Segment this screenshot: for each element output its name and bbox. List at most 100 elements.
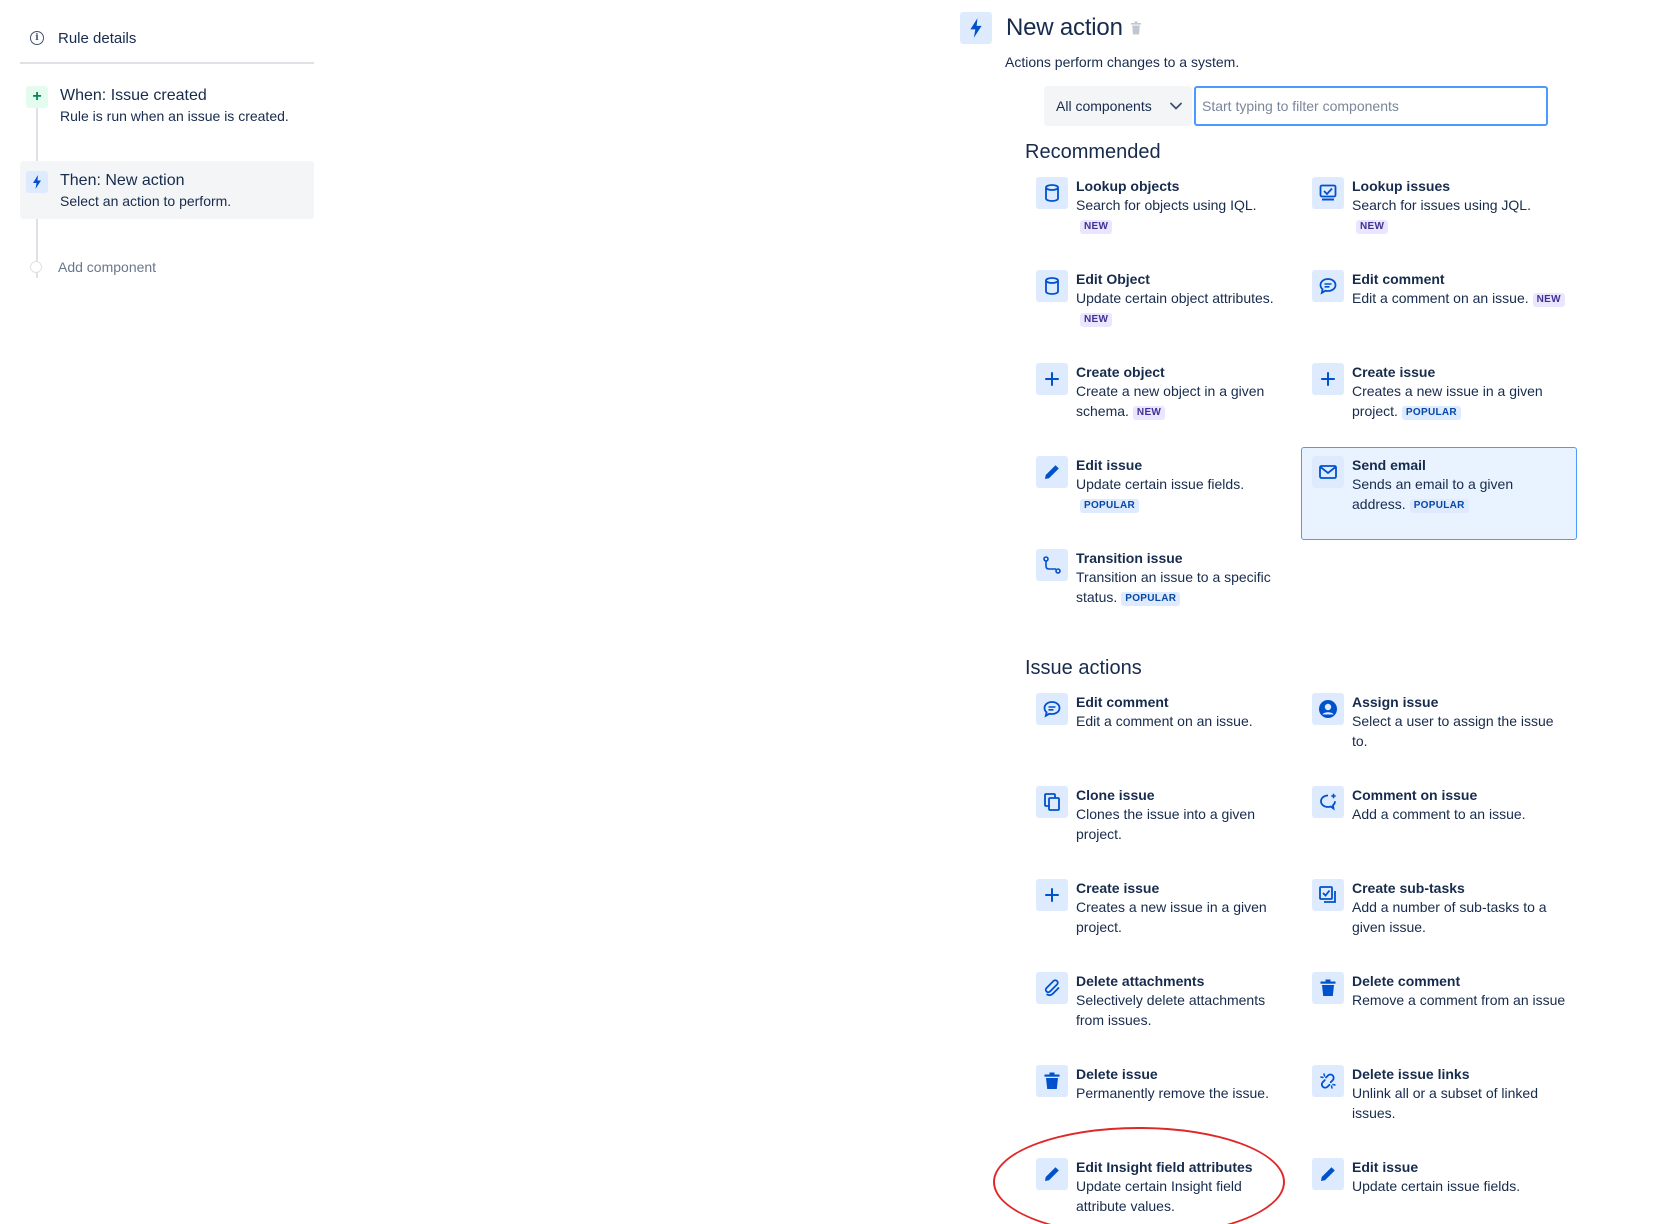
action-card-delete-issue[interactable]: Delete issue Permanently remove the issue… bbox=[1025, 1056, 1301, 1149]
action-description-text: Edit a comment on an issue. bbox=[1076, 713, 1253, 729]
step-subtitle: Select an action to perform. bbox=[60, 193, 232, 209]
action-description-text: Unlink all or a subset of linked issues. bbox=[1352, 1085, 1538, 1121]
action-card-edit-object[interactable]: Edit Object Update certain object attribu… bbox=[1025, 261, 1301, 354]
action-card-assign-issue[interactable]: Assign issue Select a user to assign the … bbox=[1301, 684, 1577, 777]
component-type-select[interactable]: All components bbox=[1044, 86, 1192, 126]
action-card-body: Delete issue Permanently remove the issue… bbox=[1076, 1065, 1269, 1103]
action-title: Delete comment bbox=[1352, 973, 1461, 989]
action-description: Sends an email to a given address. POPULA… bbox=[1352, 474, 1566, 514]
action-card-body: Edit comment Edit a comment on an issue. N… bbox=[1352, 270, 1565, 308]
rule-details-link[interactable]: i Rule details bbox=[20, 24, 314, 52]
action-card-body: Transition issue Transition an issue to a… bbox=[1076, 549, 1290, 607]
comment-add-icon bbox=[1312, 786, 1344, 818]
action-description-text: Update certain object attributes. bbox=[1076, 290, 1274, 306]
new-lozenge: NEW bbox=[1080, 220, 1113, 234]
select-value: All components bbox=[1056, 98, 1152, 114]
action-description-text: Update certain issue fields. bbox=[1352, 1178, 1521, 1194]
action-card-body: Create issue Creates a new issue in a giv… bbox=[1352, 363, 1566, 421]
trash-icon bbox=[1312, 972, 1344, 1004]
action-card-send-email[interactable]: Send email Sends an email to a given addr… bbox=[1301, 447, 1577, 540]
action-card-edit-issue[interactable]: Edit issue Update certain issue fields. bbox=[1301, 1149, 1577, 1224]
action-card-body: Delete issue links Unlink all or a subset… bbox=[1352, 1065, 1566, 1123]
action-card-body: Edit Insight field attributes Update cert… bbox=[1076, 1158, 1290, 1216]
action-description: Search for issues using JQL. NEW bbox=[1352, 195, 1566, 235]
action-title: Create sub-tasks bbox=[1352, 880, 1465, 896]
action-card-lookup-objects[interactable]: Lookup objects Search for objects using I… bbox=[1025, 168, 1301, 261]
action-card-create-object[interactable]: Create object Create a new object in a gi… bbox=[1025, 354, 1301, 447]
action-description-text: Clones the issue into a given project. bbox=[1076, 806, 1255, 842]
plus-icon bbox=[1312, 363, 1344, 395]
action-title: Send email bbox=[1352, 457, 1426, 473]
action-description: Add a number of sub-tasks to a given iss… bbox=[1352, 897, 1566, 937]
action-card-delete-comment[interactable]: Delete comment Remove a comment from an i… bbox=[1301, 963, 1577, 1056]
action-card-body: Create object Create a new object in a gi… bbox=[1076, 363, 1290, 421]
action-title: Edit Insight field attributes bbox=[1076, 1159, 1253, 1175]
issue-actions-heading: Issue actions bbox=[1025, 657, 1142, 679]
step-title: When: Issue created bbox=[60, 87, 207, 104]
pencil-icon bbox=[1312, 1158, 1344, 1190]
action-description: Transition an issue to a specific status… bbox=[1076, 567, 1290, 607]
lightning-icon bbox=[960, 12, 992, 44]
action-description: Add a comment to an issue. bbox=[1352, 804, 1526, 824]
action-description: Permanently remove the issue. bbox=[1076, 1083, 1269, 1103]
action-card-edit-comment[interactable]: Edit comment Edit a comment on an issue. bbox=[1025, 684, 1301, 777]
action-card-edit-insight-field-attributes[interactable]: Edit Insight field attributes Update cert… bbox=[1025, 1149, 1301, 1224]
action-description: Search for objects using IQL. NEW bbox=[1076, 195, 1290, 235]
action-card-create-sub-tasks[interactable]: Create sub-tasks Add a number of sub-task… bbox=[1301, 870, 1577, 963]
action-title: Lookup issues bbox=[1352, 178, 1451, 194]
action-description: Edit a comment on an issue. bbox=[1076, 711, 1253, 731]
action-title: Clone issue bbox=[1076, 787, 1155, 803]
action-card-edit-issue[interactable]: Edit issue Update certain issue fields. PO… bbox=[1025, 447, 1301, 540]
action-card-edit-comment[interactable]: Edit comment Edit a comment on an issue. N… bbox=[1301, 261, 1577, 354]
pencil-icon bbox=[1036, 456, 1068, 488]
action-card-create-issue[interactable]: Create issue Creates a new issue in a giv… bbox=[1301, 354, 1577, 447]
action-card-delete-issue-links[interactable]: Delete issue links Unlink all or a subset… bbox=[1301, 1056, 1577, 1149]
action-description: Update certain issue fields. POPULAR bbox=[1076, 474, 1290, 514]
action-description: Update certain object attributes. NEW bbox=[1076, 288, 1290, 328]
action-card-create-issue[interactable]: Create issue Creates a new issue in a giv… bbox=[1025, 870, 1301, 963]
action-description-text: Permanently remove the issue. bbox=[1076, 1085, 1269, 1101]
trash-icon[interactable] bbox=[1130, 21, 1141, 35]
action-card-body: Create issue Creates a new issue in a giv… bbox=[1076, 879, 1290, 937]
action-card-delete-attachments[interactable]: Delete attachments Selectively delete att… bbox=[1025, 963, 1301, 1056]
action-card-comment-on-issue[interactable]: Comment on issue Add a comment to an issu… bbox=[1301, 777, 1577, 870]
action-card-lookup-issues[interactable]: Lookup issues Search for issues using JQL… bbox=[1301, 168, 1577, 261]
user-avatar-icon bbox=[1312, 693, 1344, 725]
filter-components-input[interactable] bbox=[1194, 86, 1548, 126]
action-description: Remove a comment from an issue bbox=[1352, 990, 1565, 1010]
action-description-text: Creates a new issue in a given project. bbox=[1076, 899, 1267, 935]
popular-lozenge: POPULAR bbox=[1121, 592, 1181, 606]
action-description: Unlink all or a subset of linked issues. bbox=[1352, 1083, 1566, 1123]
action-title: Edit issue bbox=[1076, 457, 1143, 473]
transition-icon bbox=[1036, 549, 1068, 581]
action-title: Create issue bbox=[1352, 364, 1436, 380]
action-card-body: Delete comment Remove a comment from an i… bbox=[1352, 972, 1565, 1010]
recommended-grid: Lookup objects Search for objects using I… bbox=[1025, 168, 1580, 633]
action-step[interactable]: Then: New action Select an action to per… bbox=[20, 161, 314, 219]
subtasks-icon bbox=[1312, 879, 1344, 911]
clone-icon bbox=[1036, 786, 1068, 818]
lightning-icon bbox=[26, 171, 48, 193]
issue-actions-grid: Edit comment Edit a comment on an issue. A… bbox=[1025, 684, 1580, 1224]
database-icon bbox=[1036, 177, 1068, 209]
action-card-clone-issue[interactable]: Clone issue Clones the issue into a given… bbox=[1025, 777, 1301, 870]
action-card-body: Assign issue Select a user to assign the … bbox=[1352, 693, 1566, 751]
new-lozenge: NEW bbox=[1532, 293, 1565, 307]
plus-icon bbox=[1036, 879, 1068, 911]
action-description: Select a user to assign the issue to. bbox=[1352, 711, 1566, 751]
trigger-step[interactable]: + When: Issue created Rule is run when a… bbox=[20, 76, 314, 134]
action-card-body: Lookup objects Search for objects using I… bbox=[1076, 177, 1290, 235]
add-component-label: Add component bbox=[58, 259, 157, 275]
action-card-body: Clone issue Clones the issue into a given… bbox=[1076, 786, 1290, 844]
action-title: Create object bbox=[1076, 364, 1165, 380]
action-title: Delete attachments bbox=[1076, 973, 1205, 989]
action-card-body: Edit comment Edit a comment on an issue. bbox=[1076, 693, 1253, 731]
rule-details-label: Rule details bbox=[58, 29, 137, 47]
action-card-transition-issue[interactable]: Transition issue Transition an issue to a… bbox=[1025, 540, 1301, 633]
trash-icon bbox=[1036, 1065, 1068, 1097]
add-component-button[interactable]: Add component bbox=[20, 259, 314, 275]
action-description-text: Add a number of sub-tasks to a given iss… bbox=[1352, 899, 1547, 935]
action-description-text: Search for issues using JQL. bbox=[1352, 197, 1531, 213]
action-title: Assign issue bbox=[1352, 694, 1439, 710]
page-description: Actions perform changes to a system. bbox=[1005, 54, 1240, 70]
